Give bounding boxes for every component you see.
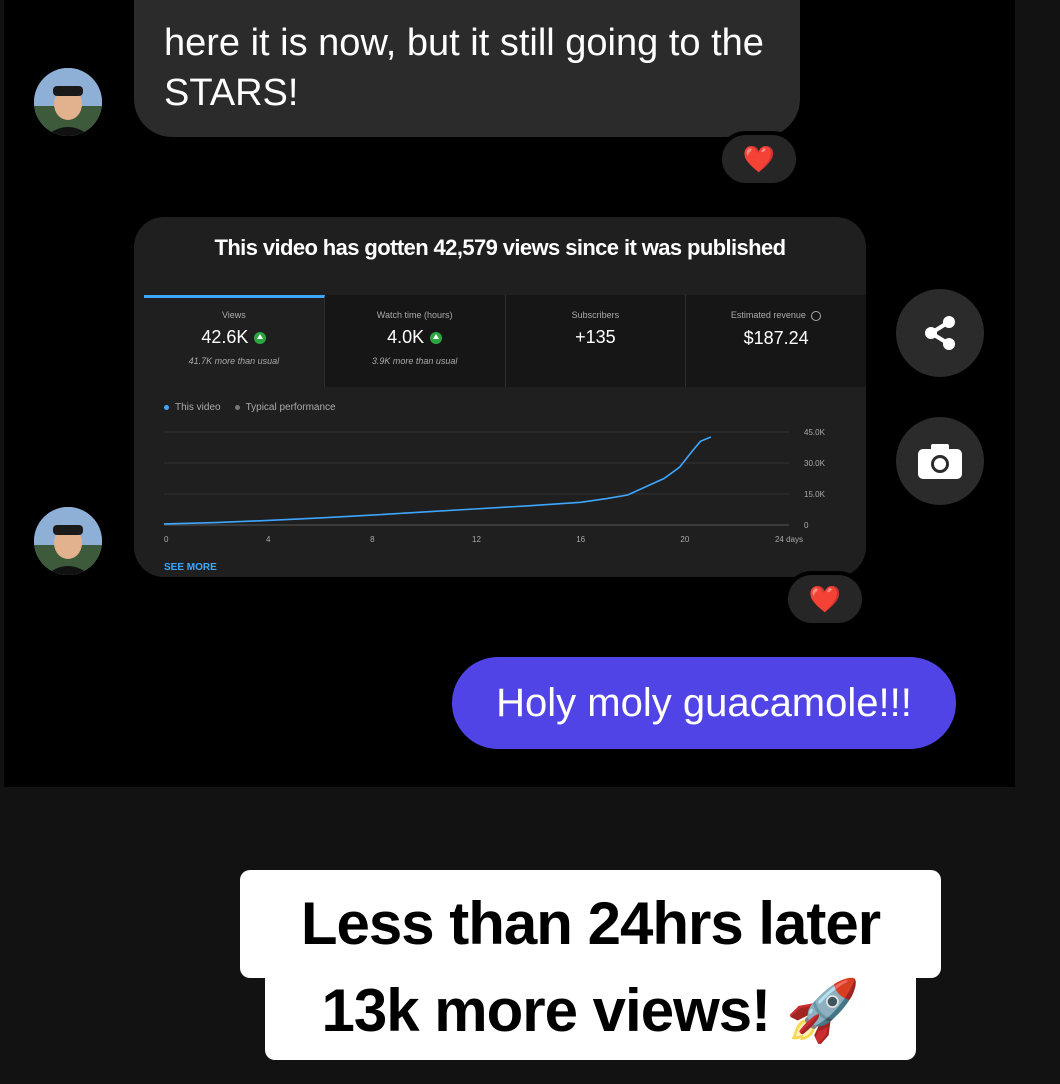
message-text: here it is now, but it still going to th…	[164, 22, 764, 114]
x-tick-label: 8	[370, 535, 375, 544]
share-icon	[925, 316, 955, 350]
heart-icon: ❤️	[742, 143, 776, 174]
see-more-link[interactable]: SEE MORE	[164, 562, 217, 573]
y-tick-label: 45.0K	[804, 428, 826, 437]
camera-button[interactable]	[896, 417, 984, 505]
avatar[interactable]	[34, 68, 102, 136]
y-tick-label: 15.0K	[804, 490, 826, 499]
avatar[interactable]	[34, 507, 102, 575]
views-line-chart: 45.0K 30.0K 15.0K 0 0 4 8 12 16 20 24 days	[163, 428, 826, 544]
x-tick-label: 12	[472, 535, 481, 544]
y-tick-label: 0	[804, 521, 809, 530]
y-tick-label: 30.0K	[804, 459, 826, 468]
x-tick-label: 20	[680, 535, 689, 544]
x-tick-label: 4	[266, 535, 271, 544]
share-button[interactable]	[896, 289, 984, 377]
series-line	[163, 436, 712, 525]
x-tick-label: 24 days	[775, 535, 803, 544]
caption-line-2: 13k more views! 🚀	[265, 962, 916, 1060]
x-tick-label: 16	[576, 535, 585, 544]
x-tick-label: 0	[164, 535, 169, 544]
incoming-message-bubble[interactable]: here it is now, but it still going to th…	[134, 0, 800, 137]
message-text: Holy moly guacamole!!!	[496, 680, 912, 725]
analytics-screenshot[interactable]: This video has gotten 42,579 views since…	[134, 217, 866, 577]
caption-text: 13k more views! 🚀	[321, 977, 861, 1044]
camera-icon	[918, 444, 962, 479]
heart-icon: ❤️	[808, 583, 842, 614]
heart-reaction[interactable]: ❤️	[718, 131, 800, 187]
outgoing-message-bubble[interactable]: Holy moly guacamole!!!	[452, 657, 956, 749]
caption-text: Less than 24hrs later	[300, 890, 881, 957]
heart-reaction[interactable]: ❤️	[784, 571, 866, 627]
